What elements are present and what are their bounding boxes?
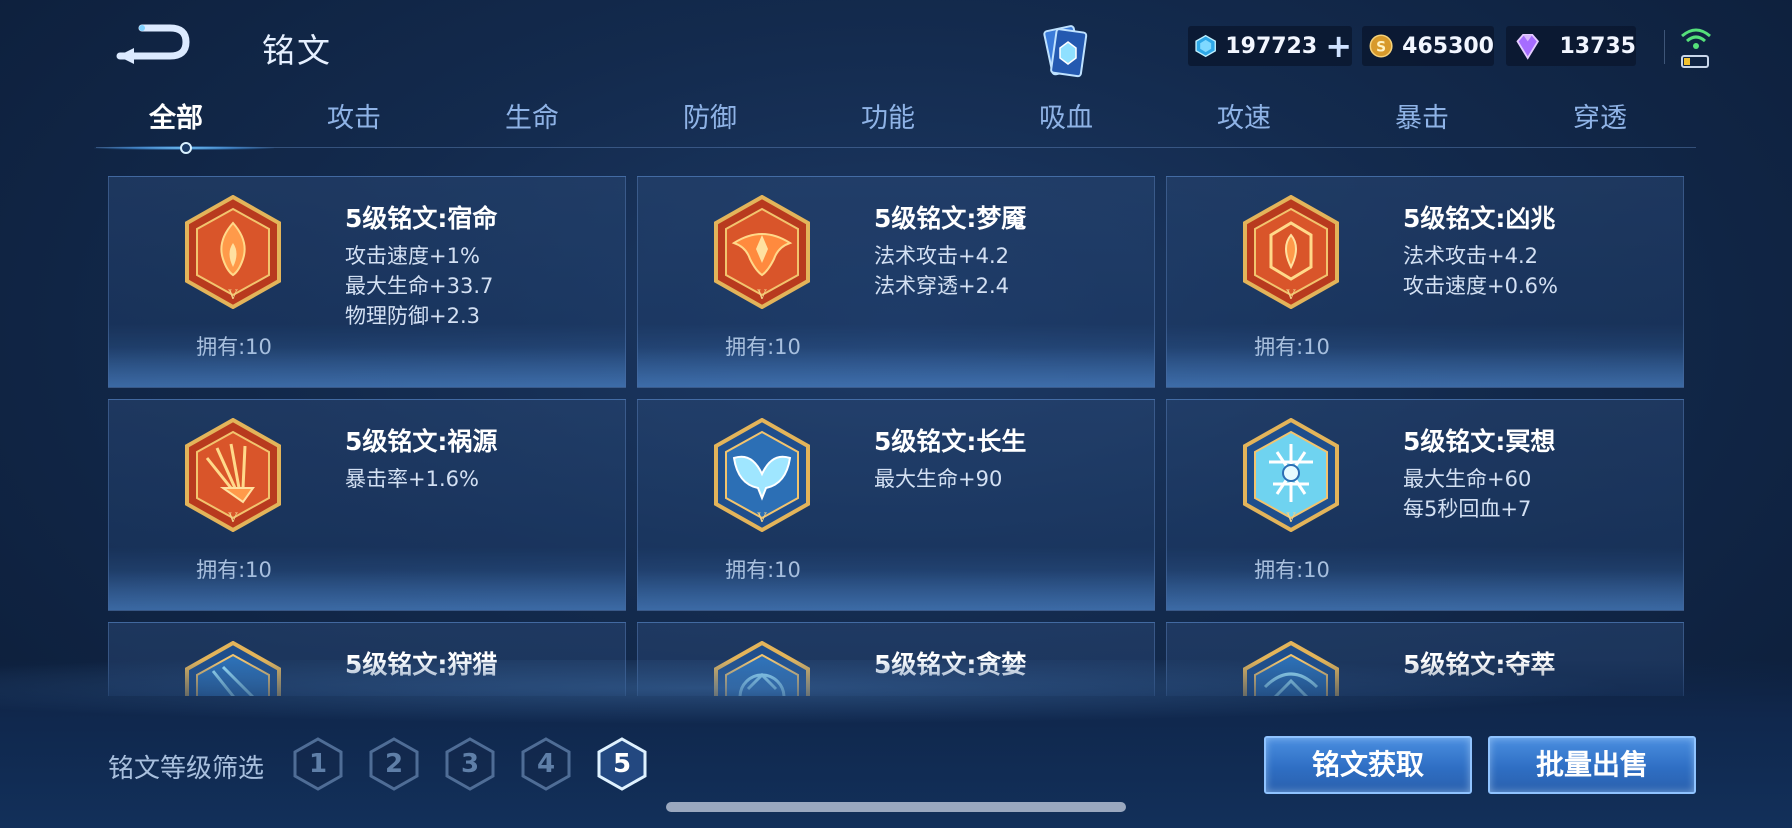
rune-name: 5级铭文:长生 bbox=[874, 427, 1027, 456]
longevity-rune-icon: V bbox=[714, 418, 810, 532]
crystal-gem-icon bbox=[1195, 34, 1216, 58]
rune-stat: 攻击速度+1% bbox=[345, 244, 480, 268]
tab-all[interactable]: 全部 bbox=[96, 96, 256, 135]
diamond-currency: 13735 bbox=[1506, 26, 1636, 66]
rune-stat: 攻击速度+0.6% bbox=[1403, 274, 1558, 298]
rune-stats: 最大生命+60 每5秒回血+7 bbox=[1403, 464, 1531, 524]
rune-name: 5级铭文:冥想 bbox=[1403, 427, 1556, 456]
rune-stats: 攻击速度+1% 最大生命+33.7 物理防御+2.3 bbox=[345, 241, 493, 331]
svg-text:V: V bbox=[756, 288, 767, 303]
svg-text:V: V bbox=[227, 288, 238, 303]
calamity-rune-icon: V bbox=[185, 418, 281, 532]
tab-lifesteal[interactable]: 吸血 bbox=[986, 96, 1146, 135]
level-filter-2[interactable]: 2 bbox=[366, 736, 422, 792]
rune-stat: 每5秒回血+7 bbox=[1403, 497, 1532, 521]
crystal-value: 197723 bbox=[1225, 33, 1318, 59]
rune-owned-count: 拥有:10 bbox=[196, 558, 272, 582]
omen-rune-icon: V bbox=[1243, 195, 1339, 309]
rune-owned-count: 拥有:10 bbox=[1254, 558, 1330, 582]
tab-attack-speed[interactable]: 攻速 bbox=[1164, 96, 1324, 135]
crystal-currency: 197723 + bbox=[1188, 26, 1352, 66]
rune-stats: 法术攻击+4.2 法术穿透+2.4 bbox=[874, 241, 1009, 301]
tab-underline bbox=[96, 147, 1696, 148]
svg-text:V: V bbox=[756, 511, 767, 526]
rune-stat: 最大生命+60 bbox=[1403, 467, 1532, 491]
rune-card[interactable]: V 5级铭文:冥想 最大生命+60 每5秒回血+7 拥有:10 bbox=[1166, 399, 1684, 611]
tab-health[interactable]: 生命 bbox=[452, 96, 612, 135]
rune-card[interactable]: V 5级铭文:梦魇 法术攻击+4.2 法术穿透+2.4 拥有:10 bbox=[637, 176, 1155, 388]
gold-coin-icon: S bbox=[1369, 34, 1393, 58]
svg-text:V: V bbox=[1285, 511, 1296, 526]
wifi-battery-icon bbox=[1681, 28, 1711, 68]
rune-name: 5级铭文:凶兆 bbox=[1403, 204, 1556, 233]
rune-stat: 暴击率+1.6% bbox=[345, 467, 479, 491]
purple-diamond-icon bbox=[1516, 33, 1540, 60]
gold-value: 465300 bbox=[1402, 33, 1494, 59]
rune-stat: 物理防御+2.3 bbox=[345, 304, 480, 328]
home-indicator[interactable] bbox=[666, 802, 1126, 812]
level-label: 5 bbox=[612, 749, 632, 779]
back-arrow-icon[interactable] bbox=[112, 22, 192, 66]
rune-owned-count: 拥有:10 bbox=[725, 558, 801, 582]
level-filter-3[interactable]: 3 bbox=[442, 736, 498, 792]
level-filter-5[interactable]: 5 bbox=[594, 736, 650, 792]
bottom-glow bbox=[0, 660, 1792, 730]
tab-utility[interactable]: 功能 bbox=[808, 96, 968, 135]
bulk-sell-button[interactable]: 批量出售 bbox=[1488, 736, 1696, 794]
level-label: 1 bbox=[308, 749, 328, 779]
meditation-rune-icon: V bbox=[1243, 418, 1339, 532]
level-label: 2 bbox=[384, 749, 404, 779]
gold-currency: S 465300 bbox=[1362, 26, 1494, 66]
rune-owned-count: 拥有:10 bbox=[1254, 335, 1330, 359]
flame-rune-icon: V bbox=[185, 195, 281, 309]
rune-stats: 法术攻击+4.2 攻击速度+0.6% bbox=[1403, 241, 1558, 301]
level-label: 4 bbox=[536, 749, 556, 779]
rune-owned-count: 拥有:10 bbox=[725, 335, 801, 359]
add-crystal-button[interactable]: + bbox=[1325, 30, 1352, 62]
level-filter-1[interactable]: 1 bbox=[290, 736, 346, 792]
svg-text:S: S bbox=[1376, 39, 1386, 55]
tab-defense[interactable]: 防御 bbox=[630, 96, 790, 135]
rune-name: 5级铭文:梦魇 bbox=[874, 204, 1027, 233]
rune-owned-count: 拥有:10 bbox=[196, 335, 272, 359]
rune-card[interactable]: V 5级铭文:宿命 攻击速度+1% 最大生命+33.7 物理防御+2.3 拥有:… bbox=[108, 176, 626, 388]
tab-attack[interactable]: 攻击 bbox=[274, 96, 434, 135]
rune-card[interactable]: V 5级铭文:长生 最大生命+90 拥有:10 bbox=[637, 399, 1155, 611]
page-title: 铭文 bbox=[262, 31, 332, 70]
level-filter-label: 铭文等级筛选 bbox=[108, 754, 265, 784]
rune-grid: V 5级铭文:宿命 攻击速度+1% 最大生命+33.7 物理防御+2.3 拥有:… bbox=[108, 176, 1686, 696]
tab-critical[interactable]: 暴击 bbox=[1342, 96, 1502, 135]
rune-stat: 法术穿透+2.4 bbox=[874, 274, 1009, 298]
get-runes-button[interactable]: 铭文获取 bbox=[1264, 736, 1472, 794]
rune-stats: 最大生命+90 bbox=[874, 464, 1002, 494]
level-label: 3 bbox=[460, 749, 480, 779]
rune-stat: 最大生命+90 bbox=[874, 467, 1003, 491]
rune-book-icon[interactable] bbox=[1034, 22, 1094, 78]
rune-stats: 暴击率+1.6% bbox=[345, 464, 479, 494]
diamond-value: 13735 bbox=[1559, 33, 1636, 59]
rune-stat: 最大生命+33.7 bbox=[345, 274, 494, 298]
nightmare-rune-icon: V bbox=[714, 195, 810, 309]
svg-text:V: V bbox=[1285, 288, 1296, 303]
svg-text:V: V bbox=[227, 511, 238, 526]
rune-stat: 法术攻击+4.2 bbox=[1403, 244, 1538, 268]
header-divider bbox=[1664, 30, 1665, 64]
rune-name: 5级铭文:祸源 bbox=[345, 427, 498, 456]
rune-name: 5级铭文:宿命 bbox=[345, 204, 498, 233]
rune-stat: 法术攻击+4.2 bbox=[874, 244, 1009, 268]
level-filter-4[interactable]: 4 bbox=[518, 736, 574, 792]
active-tab-dot bbox=[180, 142, 192, 154]
tab-penetration[interactable]: 穿透 bbox=[1520, 96, 1680, 135]
rune-category-tabs: 全部 攻击 生命 防御 功能 吸血 攻速 暴击 穿透 bbox=[96, 96, 1696, 152]
rune-card[interactable]: V 5级铭文:祸源 暴击率+1.6% 拥有:10 bbox=[108, 399, 626, 611]
rune-card[interactable]: V 5级铭文:凶兆 法术攻击+4.2 攻击速度+0.6% 拥有:10 bbox=[1166, 176, 1684, 388]
